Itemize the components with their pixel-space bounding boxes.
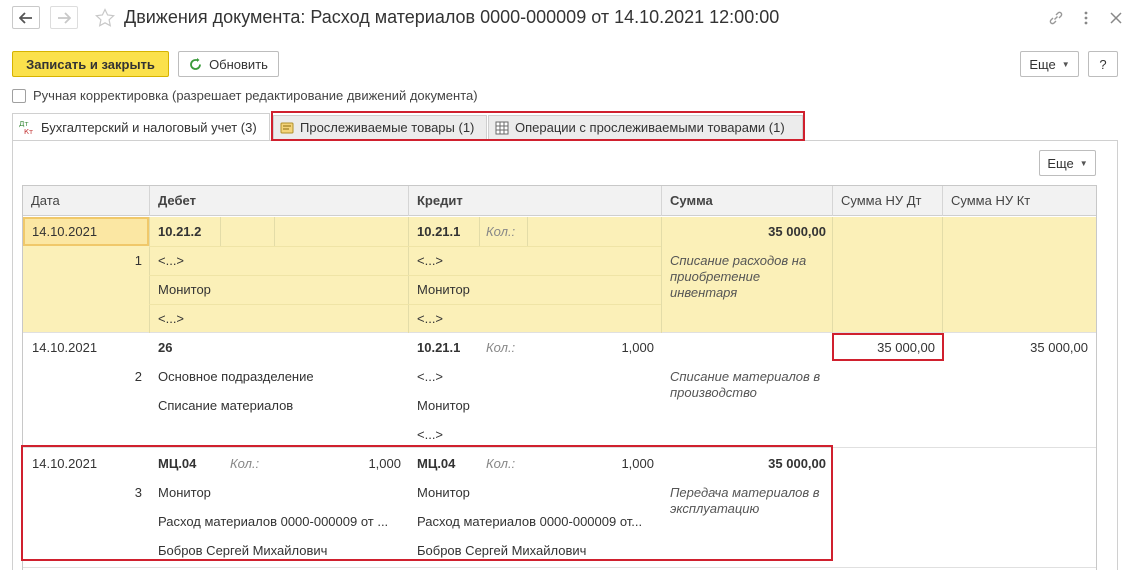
row-sum: 35 000,00	[768, 224, 826, 239]
debit-subconto-2: Списание материалов	[158, 398, 294, 413]
row-date: 14.10.2021	[32, 224, 98, 239]
column-header-sum-nu-kt[interactable]: Сумма НУ Кт	[943, 186, 1096, 216]
more-button[interactable]: Еще ▼	[1020, 51, 1079, 77]
refresh-label: Обновить	[209, 56, 268, 72]
credit-subconto-1: Монитор	[417, 485, 470, 500]
credit-subconto-1: <...>	[417, 369, 444, 384]
row-number: 3	[134, 485, 142, 500]
dropdown-arrow-icon: ▼	[1061, 59, 1070, 69]
row-date: 14.10.2021	[32, 340, 98, 355]
favorite-star-icon[interactable]	[95, 8, 115, 28]
more-label: Еще	[1029, 56, 1056, 72]
row-number: 2	[134, 369, 142, 384]
credit-qty: 1,000	[621, 456, 654, 471]
credit-subconto-3: <...>	[417, 427, 444, 442]
manual-edit-label: Ручная корректировка (разрешает редактир…	[33, 88, 478, 103]
credit-qty-label: Кол.:	[486, 340, 516, 355]
column-header-credit[interactable]: Кредит	[409, 186, 662, 216]
dt-kt-icon: Дт Кт	[19, 119, 35, 135]
debit-account: 26	[158, 340, 173, 355]
row-comment: Списание материалов в производство	[670, 369, 821, 400]
table-header: Дата Дебет Кредит Сумма Сумма НУ Дт Сумм…	[23, 186, 1096, 216]
help-button[interactable]: ?	[1088, 51, 1118, 77]
page-title: Движения документа: Расход материалов 00…	[124, 7, 780, 27]
column-header-debit[interactable]: Дебет	[150, 186, 409, 216]
debit-subconto-1: <...>	[158, 253, 185, 268]
close-icon[interactable]	[1107, 9, 1125, 27]
credit-subconto-2: Монитор	[417, 398, 470, 413]
arrow-left-icon	[19, 11, 32, 24]
credit-account: 10.21.1	[417, 224, 461, 239]
column-header-date[interactable]: Дата	[23, 186, 150, 216]
credit-qty-label: Кол.:	[486, 224, 516, 239]
row-sum: 35 000,00	[768, 456, 826, 471]
row-comment: Передача материалов в эксплуатацию	[670, 485, 820, 516]
column-header-sum[interactable]: Сумма	[662, 186, 833, 216]
dropdown-arrow-icon: ▼	[1079, 158, 1088, 168]
tab-accounting-label: Бухгалтерский и налоговый учет (3)	[41, 119, 257, 135]
credit-qty: 1,000	[621, 340, 654, 355]
debit-qty: 1,000	[368, 456, 401, 471]
row-number: 1	[134, 253, 142, 268]
refresh-button[interactable]: Обновить	[178, 51, 279, 77]
svg-text:Дт: Дт	[19, 120, 29, 128]
debit-account: 10.21.2	[158, 224, 202, 239]
table-row[interactable]: 14.10.2021 1 10.21.2 <...> Монитор <...>…	[23, 217, 1096, 333]
column-header-sum-nu-dt[interactable]: Сумма НУ Дт	[833, 186, 943, 216]
debit-subconto-1: Основное подразделение	[158, 369, 314, 384]
back-button[interactable]	[12, 6, 40, 29]
grid-more-button[interactable]: Еще ▼	[1039, 150, 1096, 176]
debit-qty-label: Кол.:	[230, 456, 260, 471]
more-vertical-icon[interactable]	[1077, 9, 1095, 27]
forward-button[interactable]	[50, 6, 78, 29]
credit-subconto-1: <...>	[417, 253, 444, 268]
credit-account: МЦ.04	[417, 456, 456, 471]
row-date: 14.10.2021	[32, 456, 98, 471]
table-row[interactable]: 14.10.2021 2 26 Основное подразделение С…	[23, 333, 1096, 448]
svg-text:Кт: Кт	[24, 128, 33, 135]
save-and-close-button[interactable]: Записать и закрыть	[12, 51, 169, 77]
grid-more-label: Еще	[1047, 155, 1074, 171]
row-sum-nu-kt: 35 000,00	[1030, 340, 1088, 355]
credit-subconto-2: Расход материалов 0000-000009 от...	[417, 514, 643, 529]
link-icon[interactable]	[1047, 9, 1065, 27]
manual-edit-checkbox[interactable]	[12, 89, 26, 103]
tabs-highlight-frame	[271, 111, 805, 141]
credit-qty-label: Кол.:	[486, 456, 516, 471]
credit-account: 10.21.1	[417, 340, 461, 355]
credit-subconto-3: Бобров Сергей Михайлович	[417, 543, 587, 558]
debit-subconto-2: Монитор	[158, 282, 211, 297]
debit-account: МЦ.04	[158, 456, 197, 471]
debit-subconto-1: Монитор	[158, 485, 211, 500]
tab-accounting[interactable]: Дт Кт Бухгалтерский и налоговый учет (3)	[12, 113, 270, 140]
row-sum-nu-dt: 35 000,00	[877, 340, 935, 355]
table-row[interactable]: 14.10.2021 3 МЦ.04 Кол.: 1,000 Монитор Р…	[23, 448, 1096, 568]
movements-table[interactable]: Дата Дебет Кредит Сумма Сумма НУ Дт Сумм…	[22, 185, 1097, 570]
credit-subconto-2: Монитор	[417, 282, 470, 297]
refresh-icon	[190, 57, 201, 70]
row-comment: Списание расходов на приобретение инвент…	[670, 253, 807, 300]
credit-subconto-3: <...>	[417, 311, 444, 326]
debit-subconto-2: Расход материалов 0000-000009 от ...	[158, 514, 389, 529]
debit-subconto-3: Бобров Сергей Михайлович	[158, 543, 328, 558]
debit-subconto-3: <...>	[158, 311, 185, 326]
arrow-right-icon	[58, 11, 71, 24]
